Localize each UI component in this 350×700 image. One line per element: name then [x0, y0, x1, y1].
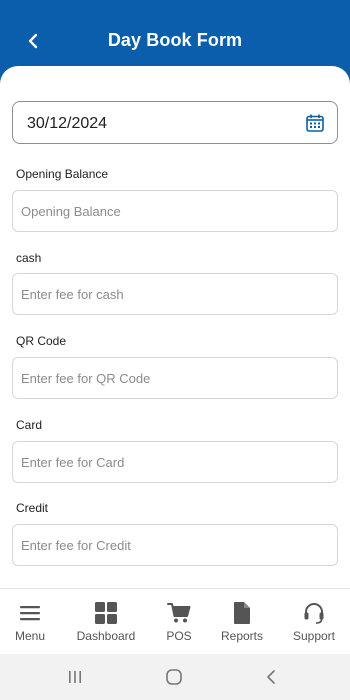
credit-label: Credit	[16, 501, 49, 515]
calendar-icon[interactable]	[305, 113, 325, 133]
document-icon	[234, 602, 250, 624]
opening-balance-input[interactable]	[12, 190, 338, 232]
nav-label-reports: Reports	[220, 629, 264, 643]
recent-apps-icon	[69, 671, 81, 683]
nav-item-pos[interactable]: POS	[144, 601, 214, 643]
page-title: Day Book Form	[107, 30, 243, 50]
system-nav-bar	[0, 654, 350, 700]
card-input[interactable]	[12, 441, 338, 483]
recent-apps-button[interactable]	[63, 667, 87, 687]
nav-item-menu[interactable]: Menu	[0, 601, 65, 643]
nav-label-menu: Menu	[14, 629, 46, 643]
nav-label-pos: POS	[166, 629, 192, 643]
dashboard-icon	[95, 602, 117, 624]
nav-item-support[interactable]: Support	[279, 601, 349, 643]
home-button[interactable]	[162, 667, 186, 687]
nav-item-dashboard[interactable]: Dashboard	[71, 601, 141, 643]
system-back-button[interactable]	[259, 667, 283, 687]
home-icon	[166, 669, 182, 685]
cash-label: cash	[16, 251, 42, 265]
date-value: 30/12/2024	[27, 115, 108, 132]
bottom-nav: Menu Dashboard POS Reports Support	[0, 588, 350, 654]
cart-icon	[167, 603, 191, 623]
form-sheet	[0, 66, 350, 588]
menu-icon	[20, 606, 40, 621]
headset-icon	[304, 603, 324, 624]
qr-code-label: QR Code	[16, 334, 67, 348]
nav-label-support: Support	[292, 629, 336, 643]
credit-input[interactable]	[12, 524, 338, 566]
opening-balance-label: Opening Balance	[16, 167, 109, 181]
date-field[interactable]: 30/12/2024	[12, 101, 338, 144]
qr-code-input[interactable]	[12, 357, 338, 399]
card-label: Card	[16, 418, 43, 432]
nav-label-dashboard: Dashboard	[76, 629, 136, 643]
cash-input[interactable]	[12, 273, 338, 315]
nav-item-reports[interactable]: Reports	[207, 601, 277, 643]
chevron-left-icon	[267, 670, 275, 684]
